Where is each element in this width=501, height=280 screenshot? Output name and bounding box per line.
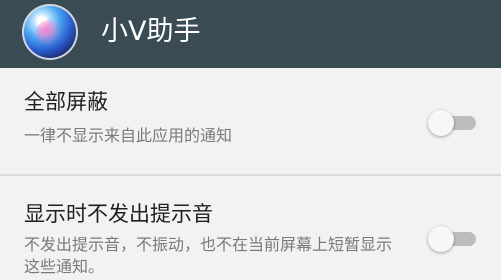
silent-toggle[interactable] xyxy=(428,224,478,254)
toggle-thumb xyxy=(428,226,454,252)
setting-block-all[interactable]: 全部屏蔽 一律不显示来自此应用的通知 xyxy=(0,68,501,175)
block-all-toggle[interactable] xyxy=(428,108,478,138)
setting-title: 显示时不发出提示音 xyxy=(24,202,213,226)
app-title: 小V助手 xyxy=(101,16,201,47)
setting-summary: 一律不显示来自此应用的通知 xyxy=(24,126,233,145)
setting-silent[interactable]: 显示时不发出提示音 不发出提示音，不振动，也不在当前屏幕上短暂显示这些通知。 xyxy=(0,176,501,280)
setting-summary: 不发出提示音，不振动，也不在当前屏幕上短暂显示这些通知。 xyxy=(24,235,393,276)
app-orb-icon xyxy=(22,4,78,60)
toggle-thumb xyxy=(428,110,454,136)
setting-title: 全部屏蔽 xyxy=(24,90,108,114)
app-bar: 小V助手 xyxy=(0,0,501,68)
